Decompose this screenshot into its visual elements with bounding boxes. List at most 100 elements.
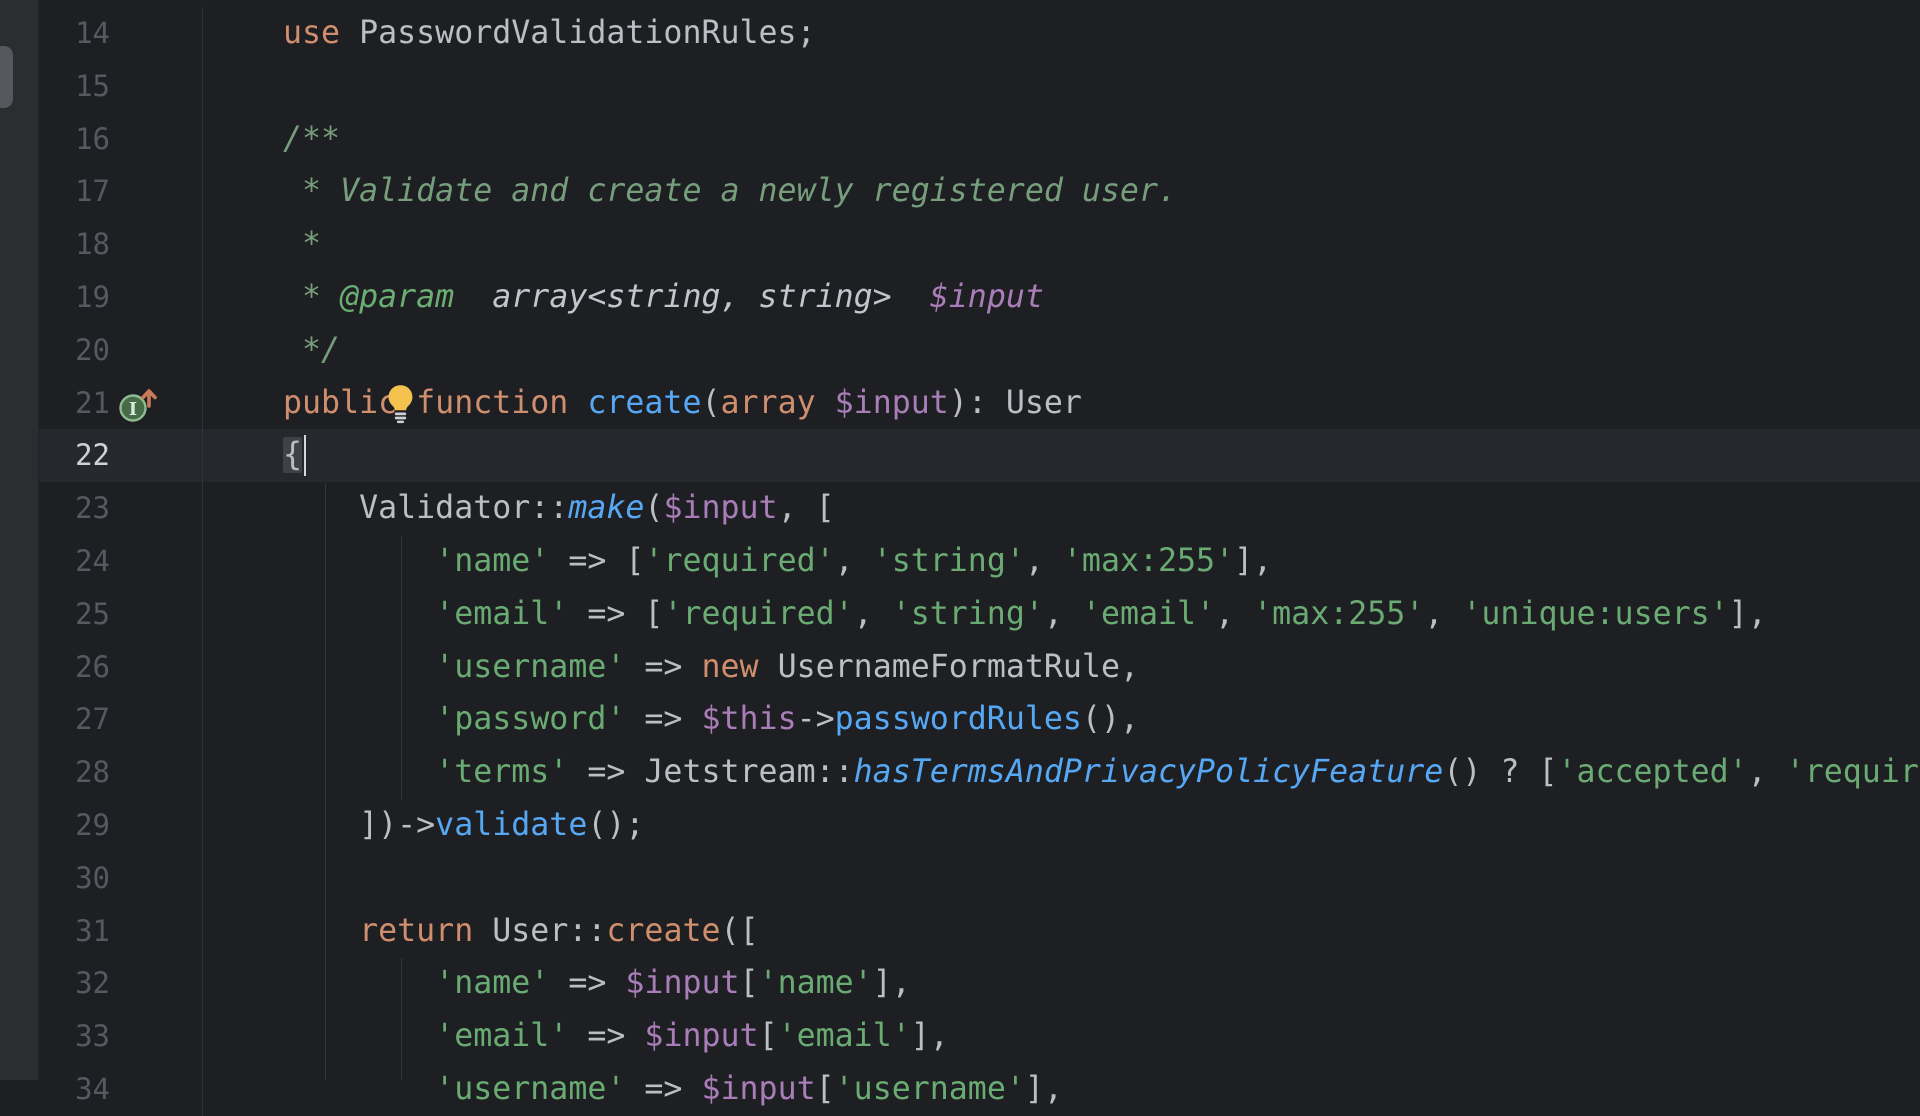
code-token-pl [283,649,435,685]
code-text[interactable]: * Validate and create a newly registered… [202,165,1920,218]
code-text[interactable] [202,852,1920,905]
line-number[interactable]: 17 [39,165,110,218]
code-line-17[interactable]: 17 * Validate and create a newly registe… [39,165,1920,218]
line-number[interactable]: 28 [39,746,110,799]
code-token-kw: new [701,649,758,685]
code-token-pl: ], [1025,1071,1063,1107]
line-number[interactable]: 23 [39,482,110,535]
code-text[interactable]: 'username' => new UsernameFormatRule, [202,641,1920,694]
code-token-match: { [283,437,302,473]
code-line-23[interactable]: 23 Validator::make($input, [ [39,482,1920,535]
code-text[interactable]: Validator::make($input, [ [202,482,1920,535]
code-token-pl: -> [797,701,835,737]
line-number[interactable]: 19 [39,271,110,324]
code-token-str: 'max:255' [1253,596,1424,632]
code-line-33[interactable]: 33 'email' => $input['email'], [39,1010,1920,1063]
line-number[interactable]: 32 [39,957,110,1010]
code-line-28[interactable]: 28 'terms' => Jetstream::hasTermsAndPriv… [39,746,1920,799]
intention-bulb-icon[interactable] [387,384,414,424]
line-number[interactable]: 30 [39,852,110,905]
code-text[interactable]: return User::create([ [202,905,1920,958]
code-line-20[interactable]: 20 */ [39,324,1920,377]
line-number[interactable]: 27 [39,693,110,746]
line-number[interactable]: 34 [39,1063,110,1116]
line-number[interactable]: 29 [39,799,110,852]
code-token-str: 'accepted' [1557,754,1747,790]
code-text[interactable] [202,60,1920,113]
code-token-pl: => [568,1018,644,1054]
code-text[interactable]: * [202,218,1920,271]
code-text[interactable]: use PasswordValidationRules; [202,7,1920,60]
code-token-str: 'password' [435,701,625,737]
code-token-pl [816,385,835,421]
code-token-pl [283,754,435,790]
line-number[interactable]: 20 [39,324,110,377]
ide-window: { "editor": { "description": "PHP code e… [0,0,1920,1080]
line-number[interactable]: 16 [39,113,110,166]
code-token-kw: array [721,385,816,421]
code-line-14[interactable]: 14 use PasswordValidationRules; [39,7,1920,60]
line-number[interactable]: 22 [39,429,110,482]
code-line-16[interactable]: 16 /** [39,113,1920,166]
code-token-kw: public function [283,385,587,421]
code-text[interactable]: */ [202,324,1920,377]
code-line-25[interactable]: 25 'email' => ['required', 'string', 'em… [39,588,1920,641]
code-text[interactable]: ])->validate(); [202,799,1920,852]
code-line-27[interactable]: 27 'password' => $this->passwordRules(), [39,693,1920,746]
line-number[interactable]: 21 [39,377,110,430]
code-token-pl: [ [740,965,759,1001]
code-token-pl: , [854,596,892,632]
code-line-18[interactable]: 18 * [39,218,1920,271]
code-text[interactable]: 'email' => $input['email'], [202,1010,1920,1063]
code-line-19[interactable]: 19 * @param array<string, string> $input [39,271,1920,324]
code-text[interactable]: 'name' => $input['name'], [202,957,1920,1010]
code-line-24[interactable]: 24 'name' => ['required', 'string', 'max… [39,535,1920,588]
code-editor[interactable]: 14 use PasswordValidationRules; 1516 /** 17 … [39,0,1920,1080]
code-token-pl: ([ [721,913,759,949]
code-text[interactable]: * @param array<string, string> $input [202,271,1920,324]
code-line-32[interactable]: 32 'name' => $input['name'], [39,957,1920,1010]
code-token-cmt: /** [283,121,340,157]
line-number[interactable]: 25 [39,588,110,641]
gutter-icon-area [110,482,202,535]
code-text[interactable]: 'password' => $this->passwordRules(), [202,693,1920,746]
code-text[interactable]: 'terms' => Jetstream::hasTermsAndPrivacy… [202,746,1920,799]
code-line-15[interactable]: 15 [39,60,1920,113]
code-token-fnit: make [568,490,644,526]
code-token-pl [283,1071,435,1107]
code-text[interactable]: 'name' => ['required', 'string', 'max:25… [202,535,1920,588]
code-token-pl: (), [1082,701,1139,737]
code-token-str: 'username' [435,649,625,685]
code-text[interactable]: public function create(array $input): Us… [202,377,1920,430]
code-token-pl: => Jetstream:: [568,754,853,790]
line-number[interactable]: 15 [39,60,110,113]
line-number[interactable]: 33 [39,1010,110,1063]
line-number[interactable]: 18 [39,218,110,271]
line-number[interactable]: 14 [39,7,110,60]
code-line-31[interactable]: 31 return User::create([ [39,905,1920,958]
code-text[interactable]: 'username' => $input['username'], [202,1063,1920,1116]
code-token-cmt [454,279,492,315]
code-text[interactable]: 'email' => ['required', 'string', 'email… [202,588,1920,641]
line-number[interactable]: 24 [39,535,110,588]
line-number[interactable]: 26 [39,641,110,694]
code-text[interactable]: /** [202,113,1920,166]
code-line-22[interactable]: 22 { [39,429,1920,482]
line-number[interactable]: 31 [39,905,110,958]
code-text[interactable]: { [202,429,1920,482]
code-line-34[interactable]: 34 'username' => $input['username'], [39,1063,1920,1116]
gutter-icon-area [110,60,202,113]
left-panel-scrollbar-thumb[interactable] [0,46,13,108]
code-token-cmt: */ [283,332,340,368]
code-token-var: $this [701,701,796,737]
code-line-30[interactable]: 30 [39,852,1920,905]
code-line-29[interactable]: 29 ])->validate(); [39,799,1920,852]
code-line-21[interactable]: 21Ipublic function create(array $input):… [39,377,1920,430]
implements-overrides-icon[interactable]: I [116,382,160,426]
gutter-icon-area [110,165,202,218]
code-token-pl: , [1025,543,1063,579]
code-token-pl [283,543,435,579]
code-token-pl [283,965,435,1001]
code-token-pl: => [625,649,701,685]
code-line-26[interactable]: 26 'username' => new UsernameFormatRule, [39,641,1920,694]
